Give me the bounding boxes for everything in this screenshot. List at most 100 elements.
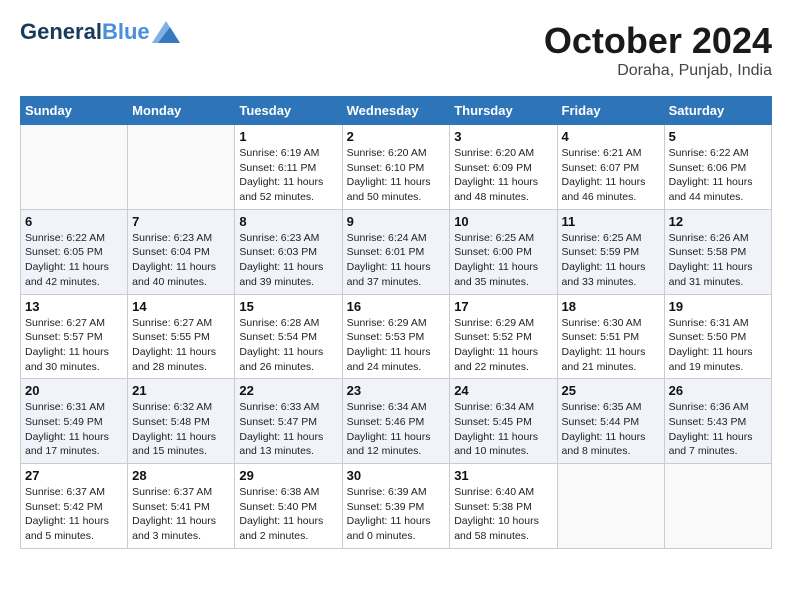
calendar-cell: 11Sunrise: 6:25 AMSunset: 5:59 PMDayligh… — [557, 209, 664, 294]
day-header-saturday: Saturday — [664, 97, 771, 125]
calendar-cell — [128, 125, 235, 210]
day-number: 9 — [347, 214, 446, 229]
day-number: 13 — [25, 299, 123, 314]
day-info: Sunrise: 6:37 AMSunset: 5:41 PMDaylight:… — [132, 485, 230, 544]
day-number: 12 — [669, 214, 767, 229]
day-number: 20 — [25, 383, 123, 398]
day-header-thursday: Thursday — [450, 97, 557, 125]
day-info: Sunrise: 6:29 AMSunset: 5:53 PMDaylight:… — [347, 316, 446, 375]
day-info: Sunrise: 6:34 AMSunset: 5:45 PMDaylight:… — [454, 400, 552, 459]
day-info: Sunrise: 6:23 AMSunset: 6:04 PMDaylight:… — [132, 231, 230, 290]
calendar-cell: 1 Sunrise: 6:19 AMSunset: 6:11 PMDaylight… — [235, 125, 342, 210]
calendar-cell: 16 Sunrise: 6:29 AMSunset: 5:53 PMDayligh… — [342, 294, 450, 379]
location: Doraha, Punjab, India — [544, 62, 772, 80]
day-number: 21 — [132, 383, 230, 398]
day-header-sunday: Sunday — [21, 97, 128, 125]
day-number: 8 — [239, 214, 337, 229]
day-number: 30 — [347, 468, 446, 483]
day-info: Sunrise: 6:26 AMSunset: 5:58 PMDaylight:… — [669, 231, 767, 290]
day-info: Sunrise: 6:27 AMSunset: 5:57 PMDaylight:… — [25, 316, 123, 375]
calendar-cell: 25 Sunrise: 6:35 AMSunset: 5:44 PMDayligh… — [557, 379, 664, 464]
calendar-week-2: 6 Sunrise: 6:22 AMSunset: 6:05 PMDaylight… — [21, 209, 772, 294]
day-info: Sunrise: 6:33 AMSunset: 5:47 PMDaylight:… — [239, 400, 337, 459]
day-info: Sunrise: 6:35 AMSunset: 5:44 PMDaylight:… — [562, 400, 660, 459]
day-info: Sunrise: 6:31 AMSunset: 5:49 PMDaylight:… — [25, 400, 123, 459]
day-number: 11 — [562, 214, 660, 229]
calendar-cell: 29Sunrise: 6:38 AMSunset: 5:40 PMDayligh… — [235, 464, 342, 549]
day-info: Sunrise: 6:23 AMSunset: 6:03 PMDaylight:… — [239, 231, 337, 290]
day-number: 4 — [562, 129, 660, 144]
calendar-body: 1 Sunrise: 6:19 AMSunset: 6:11 PMDaylight… — [21, 125, 772, 549]
day-number: 14 — [132, 299, 230, 314]
calendar-cell: 23 Sunrise: 6:34 AMSunset: 5:46 PMDayligh… — [342, 379, 450, 464]
day-number: 24 — [454, 383, 552, 398]
calendar-cell: 7 Sunrise: 6:23 AMSunset: 6:04 PMDaylight… — [128, 209, 235, 294]
day-info: Sunrise: 6:37 AMSunset: 5:42 PMDaylight:… — [25, 485, 123, 544]
day-info: Sunrise: 6:19 AMSunset: 6:11 PMDaylight:… — [239, 146, 337, 205]
day-number: 18 — [562, 299, 660, 314]
calendar-table: SundayMondayTuesdayWednesdayThursdayFrid… — [20, 96, 772, 549]
day-info: Sunrise: 6:39 AMSunset: 5:39 PMDaylight:… — [347, 485, 446, 544]
day-number: 23 — [347, 383, 446, 398]
calendar-cell: 12 Sunrise: 6:26 AMSunset: 5:58 PMDayligh… — [664, 209, 771, 294]
day-number: 28 — [132, 468, 230, 483]
day-number: 6 — [25, 214, 123, 229]
day-number: 22 — [239, 383, 337, 398]
day-number: 16 — [347, 299, 446, 314]
day-info: Sunrise: 6:29 AMSunset: 5:52 PMDaylight:… — [454, 316, 552, 375]
day-info: Sunrise: 6:20 AMSunset: 6:10 PMDaylight:… — [347, 146, 446, 205]
day-info: Sunrise: 6:20 AMSunset: 6:09 PMDaylight:… — [454, 146, 552, 205]
calendar-cell: 28 Sunrise: 6:37 AMSunset: 5:41 PMDayligh… — [128, 464, 235, 549]
logo-icon — [152, 21, 180, 43]
calendar-cell: 5 Sunrise: 6:22 AMSunset: 6:06 PMDaylight… — [664, 125, 771, 210]
day-info: Sunrise: 6:28 AMSunset: 5:54 PMDaylight:… — [239, 316, 337, 375]
calendar-week-1: 1 Sunrise: 6:19 AMSunset: 6:11 PMDaylight… — [21, 125, 772, 210]
day-header-friday: Friday — [557, 97, 664, 125]
calendar-cell — [21, 125, 128, 210]
day-number: 27 — [25, 468, 123, 483]
calendar-cell: 10Sunrise: 6:25 AMSunset: 6:00 PMDayligh… — [450, 209, 557, 294]
day-number: 1 — [239, 129, 337, 144]
calendar-cell: 27 Sunrise: 6:37 AMSunset: 5:42 PMDayligh… — [21, 464, 128, 549]
calendar-cell — [557, 464, 664, 549]
calendar-cell: 30 Sunrise: 6:39 AMSunset: 5:39 PMDayligh… — [342, 464, 450, 549]
calendar-cell: 14 Sunrise: 6:27 AMSunset: 5:55 PMDayligh… — [128, 294, 235, 379]
day-number: 5 — [669, 129, 767, 144]
logo: GeneralBlue — [20, 20, 180, 44]
day-number: 3 — [454, 129, 552, 144]
calendar-cell: 19Sunrise: 6:31 AMSunset: 5:50 PMDayligh… — [664, 294, 771, 379]
calendar-cell: 26Sunrise: 6:36 AMSunset: 5:43 PMDayligh… — [664, 379, 771, 464]
day-info: Sunrise: 6:30 AMSunset: 5:51 PMDaylight:… — [562, 316, 660, 375]
logo-text: GeneralBlue — [20, 20, 150, 44]
day-number: 29 — [239, 468, 337, 483]
page-header: GeneralBlue October 2024 Doraha, Punjab,… — [20, 20, 772, 80]
day-info: Sunrise: 6:22 AMSunset: 6:06 PMDaylight:… — [669, 146, 767, 205]
month-title: October 2024 — [544, 20, 772, 62]
day-info: Sunrise: 6:34 AMSunset: 5:46 PMDaylight:… — [347, 400, 446, 459]
calendar-cell: 18 Sunrise: 6:30 AMSunset: 5:51 PMDayligh… — [557, 294, 664, 379]
day-header-wednesday: Wednesday — [342, 97, 450, 125]
day-number: 7 — [132, 214, 230, 229]
calendar-cell: 17Sunrise: 6:29 AMSunset: 5:52 PMDayligh… — [450, 294, 557, 379]
calendar-cell: 22 Sunrise: 6:33 AMSunset: 5:47 PMDayligh… — [235, 379, 342, 464]
day-info: Sunrise: 6:22 AMSunset: 6:05 PMDaylight:… — [25, 231, 123, 290]
day-info: Sunrise: 6:24 AMSunset: 6:01 PMDaylight:… — [347, 231, 446, 290]
calendar-week-5: 27 Sunrise: 6:37 AMSunset: 5:42 PMDayligh… — [21, 464, 772, 549]
calendar-cell: 24 Sunrise: 6:34 AMSunset: 5:45 PMDayligh… — [450, 379, 557, 464]
calendar-cell — [664, 464, 771, 549]
calendar-header-row: SundayMondayTuesdayWednesdayThursdayFrid… — [21, 97, 772, 125]
calendar-cell: 21 Sunrise: 6:32 AMSunset: 5:48 PMDayligh… — [128, 379, 235, 464]
day-info: Sunrise: 6:27 AMSunset: 5:55 PMDaylight:… — [132, 316, 230, 375]
day-info: Sunrise: 6:21 AMSunset: 6:07 PMDaylight:… — [562, 146, 660, 205]
calendar-week-3: 13 Sunrise: 6:27 AMSunset: 5:57 PMDayligh… — [21, 294, 772, 379]
calendar-cell: 8 Sunrise: 6:23 AMSunset: 6:03 PMDaylight… — [235, 209, 342, 294]
calendar-cell: 13 Sunrise: 6:27 AMSunset: 5:57 PMDayligh… — [21, 294, 128, 379]
day-number: 15 — [239, 299, 337, 314]
day-info: Sunrise: 6:32 AMSunset: 5:48 PMDaylight:… — [132, 400, 230, 459]
day-number: 10 — [454, 214, 552, 229]
day-number: 19 — [669, 299, 767, 314]
day-number: 25 — [562, 383, 660, 398]
day-info: Sunrise: 6:40 AMSunset: 5:38 PMDaylight:… — [454, 485, 552, 544]
calendar-cell: 31Sunrise: 6:40 AMSunset: 5:38 PMDayligh… — [450, 464, 557, 549]
title-block: October 2024 Doraha, Punjab, India — [544, 20, 772, 80]
